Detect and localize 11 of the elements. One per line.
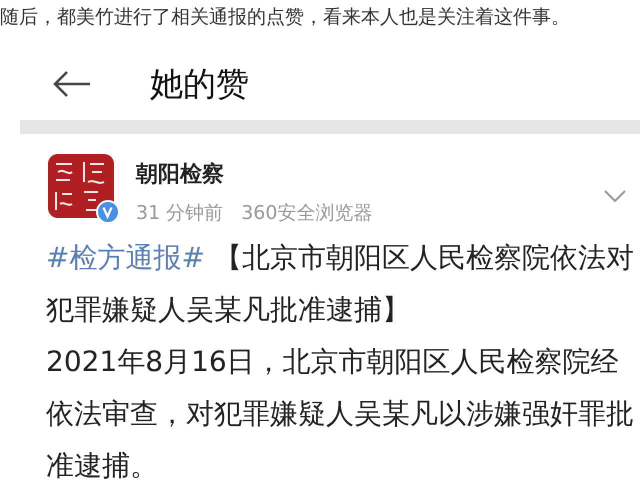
- post-time: 31 分钟前: [136, 201, 224, 226]
- post-headline: #检方通报# 【北京市朝阳区人民检察院依法对犯罪嫌疑人吴某凡批准逮捕】: [46, 240, 635, 328]
- post-source: 360安全浏览器: [241, 201, 372, 226]
- author-name[interactable]: 朝阳检察: [136, 158, 604, 191]
- avatar[interactable]: [48, 154, 114, 218]
- page-title: 她的赞: [150, 63, 249, 106]
- caption-text: 随后，都美竹进行了相关通报的点赞，看来本人也是关注着这件事。: [0, 5, 571, 30]
- back-icon[interactable]: [52, 70, 92, 98]
- post-body: 2021年8月16日，北京市朝阳区人民检察院经依法审查，对犯罪嫌疑人吴某凡以涉嫌强奸罪批准逮捕。: [46, 344, 635, 484]
- hashtag-link[interactable]: #检方通报#: [46, 240, 205, 274]
- chevron-down-icon[interactable]: [604, 190, 626, 202]
